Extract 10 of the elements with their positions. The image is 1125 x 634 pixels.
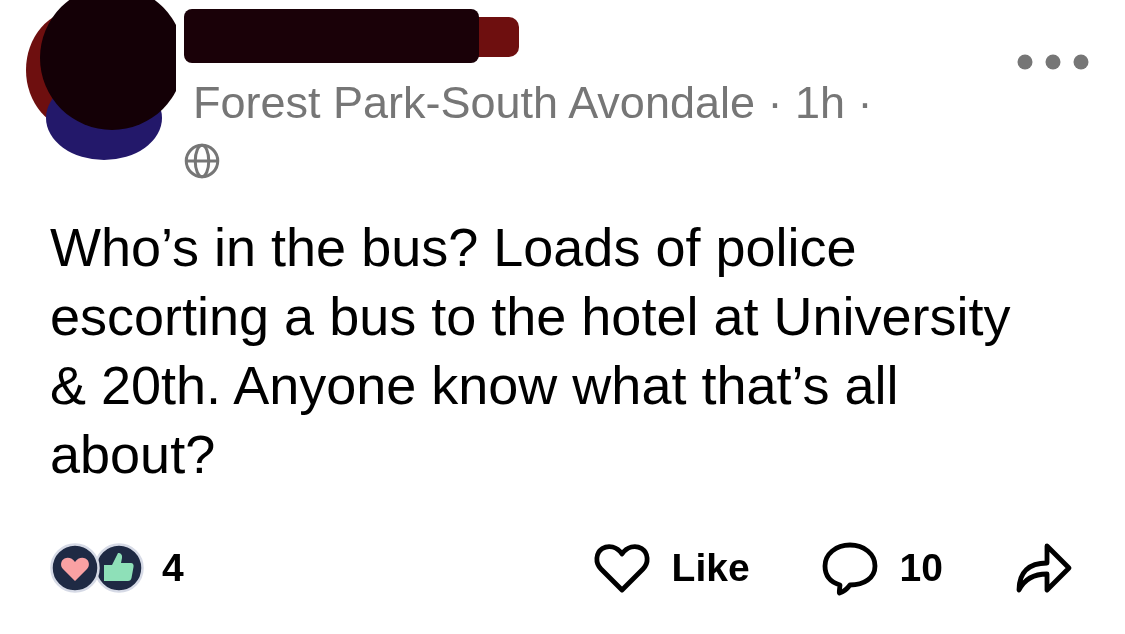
heart-reaction-icon <box>50 543 100 593</box>
post-location-time: Forest Park-South Avondale · 1h · <box>193 77 873 129</box>
thumbs-up-reaction-icon <box>94 543 144 593</box>
more-dots-icon <box>1017 53 1089 71</box>
post-text: Who’s in the bus? Loads of police escorting a bus to the hotel at University & 20th. Anyone know what that’s all about? <box>50 216 1012 486</box>
globe-icon <box>184 143 220 179</box>
more-options-button[interactable] <box>1017 53 1089 71</box>
like-button[interactable]: Like <box>591 538 750 598</box>
reaction-count: 4 <box>162 546 184 590</box>
comment-button[interactable]: 10 <box>819 538 943 598</box>
